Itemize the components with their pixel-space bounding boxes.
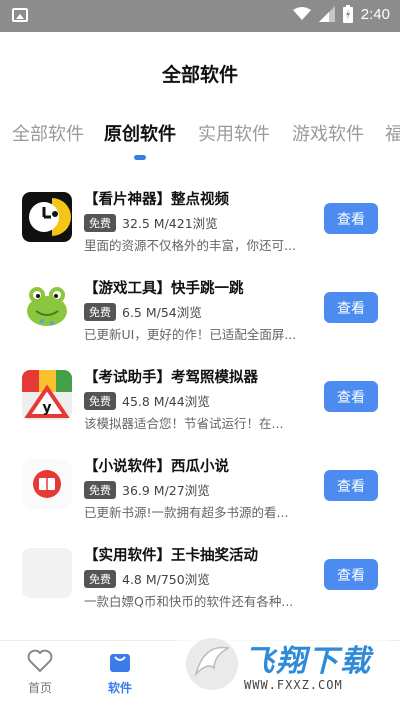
app-description: 一款白嫖Q币和快币的软件还有各种... — [84, 594, 294, 609]
bag-icon — [110, 654, 130, 672]
free-badge: 免费 — [84, 213, 116, 232]
nav-software[interactable]: 软件 — [90, 649, 150, 696]
list-item[interactable]: 【游戏工具】快手跳一跳 免费 6.5 M/54浏览 已更新UI，更好的作！已适配… — [0, 269, 400, 349]
size-views: 6.5 M/54浏览 — [122, 305, 202, 320]
active-tab-indicator — [134, 155, 146, 160]
app-title: 【游戏工具】快手跳一跳 — [84, 281, 244, 297]
clock: 2:40 — [360, 5, 390, 23]
battery-icon — [342, 5, 353, 23]
list-item[interactable]: 【看片神器】整点视频 免费 32.5 M/421浏览 里面的资源不仅格外的丰富，… — [0, 180, 400, 260]
frog-app-icon — [22, 281, 72, 331]
tab-utility-software[interactable]: 实用软件 — [198, 120, 270, 146]
size-views: 36.9 M/27浏览 — [122, 483, 210, 498]
heart-icon — [27, 649, 53, 673]
app-description: 该模拟器适合您！节省试运行！在... — [84, 416, 284, 431]
road-sign-app-icon: y — [22, 370, 72, 420]
svg-text:y: y — [42, 400, 51, 416]
free-badge: 免费 — [84, 302, 116, 321]
watermark-url: WWW.FXXZ.COM — [244, 678, 343, 692]
app-description: 已更新书源!一款拥有超多书源的看... — [84, 505, 289, 520]
nav-software-label: 软件 — [107, 681, 132, 695]
app-title: 【实用软件】王卡抽奖活动 — [84, 548, 258, 564]
category-tabs: 全部软件 原创软件 实用软件 游戏软件 福 — [0, 120, 400, 148]
watermark-text: 飞翔下载 — [244, 644, 372, 679]
tab-original-software[interactable]: 原创软件 — [104, 120, 176, 146]
list-item[interactable]: 【实用软件】王卡抽奖活动 免费 4.8 M/750浏览 一款白嫖Q币和快币的软件… — [0, 536, 400, 616]
list-item[interactable]: y 【考试助手】考驾照模拟器 免费 45.8 M/44浏览 该模拟器适合您！节省… — [0, 358, 400, 438]
app-title: 【考试助手】考驾照模拟器 — [84, 370, 258, 386]
watermark: 飞翔下载 WWW.FXXZ.COM — [178, 630, 388, 702]
view-button[interactable]: 查看 — [324, 292, 378, 323]
tab-game-software[interactable]: 游戏软件 — [292, 120, 364, 146]
view-button[interactable]: 查看 — [324, 203, 378, 234]
app-title: 【小说软件】西瓜小说 — [84, 459, 229, 475]
list-item[interactable]: 【小说软件】西瓜小说 免费 36.9 M/27浏览 已更新书源!一款拥有超多书源… — [0, 447, 400, 527]
book-app-icon — [22, 459, 72, 509]
clock-app-icon — [22, 192, 72, 242]
status-bar: 2:40 — [0, 0, 400, 32]
size-views: 4.8 M/750浏览 — [122, 572, 210, 587]
tab-welfare[interactable]: 福 — [385, 120, 400, 146]
wifi-icon — [292, 7, 311, 20]
app-description: 里面的资源不仅格外的丰富，你还可... — [84, 238, 296, 253]
free-badge: 免费 — [84, 569, 116, 588]
image-notification-icon — [12, 8, 28, 22]
tab-all-software[interactable]: 全部软件 — [12, 120, 84, 146]
blank-app-icon — [22, 548, 72, 598]
signal-icon — [318, 6, 335, 22]
size-views: 32.5 M/421浏览 — [122, 216, 218, 231]
free-badge: 免费 — [84, 480, 116, 499]
nav-home-label: 首页 — [27, 681, 52, 695]
view-button[interactable]: 查看 — [324, 381, 378, 412]
watermark-logo-icon — [186, 638, 238, 690]
app-description: 已更新UI，更好的作！已适配全面屏... — [84, 327, 297, 342]
page-title: 全部软件 — [161, 64, 238, 86]
size-views: 45.8 M/44浏览 — [122, 394, 210, 409]
app-title: 【看片神器】整点视频 — [84, 192, 229, 208]
nav-home[interactable]: 首页 — [10, 649, 70, 696]
view-button[interactable]: 查看 — [324, 559, 378, 590]
view-button[interactable]: 查看 — [324, 470, 378, 501]
free-badge: 免费 — [84, 391, 116, 410]
